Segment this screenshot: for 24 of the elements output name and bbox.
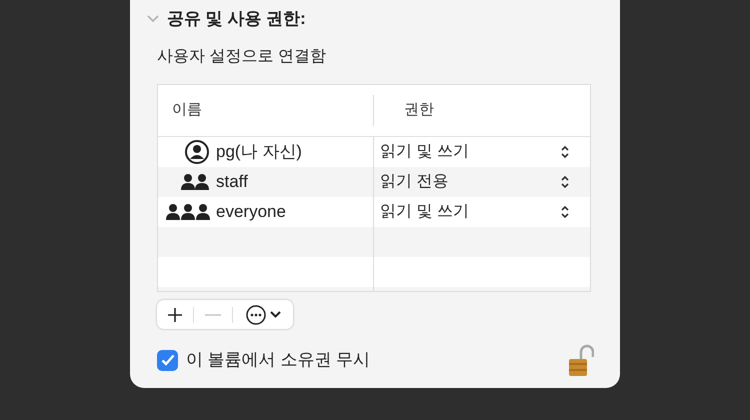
section-title: 공유 및 사용 권한:	[167, 8, 306, 30]
column-header[interactable]: 이름	[172, 99, 202, 122]
plus-icon	[167, 306, 183, 322]
user-name: pg(나 자신)	[216, 141, 302, 164]
permission-select[interactable]: 읽기 및 쓰기	[374, 137, 590, 167]
permission-select[interactable]: 읽기 및 쓰기	[374, 197, 590, 227]
user-name: staff	[216, 171, 248, 194]
group-icon	[166, 203, 210, 221]
checkmark-icon	[160, 354, 174, 366]
checkbox-label: 이 볼륨에서 소유권 무시	[186, 349, 370, 372]
column-header[interactable]: 권한	[404, 99, 434, 122]
user-name: everyone	[216, 201, 286, 224]
stepper-icon	[560, 145, 570, 159]
stepper-icon	[560, 175, 570, 189]
unlocked-padlock-icon[interactable]	[568, 343, 594, 377]
group-icon	[180, 173, 210, 191]
caret-icon	[270, 311, 280, 318]
stepper-icon	[560, 205, 570, 219]
permission-select[interactable]: 읽기 전용	[374, 167, 590, 197]
more-icon	[246, 304, 266, 324]
checkbox[interactable]	[157, 350, 178, 370]
minus-icon	[205, 314, 221, 316]
user-icon	[184, 139, 210, 165]
subtitle: 사용자 설정으로 연결함	[157, 47, 326, 67]
